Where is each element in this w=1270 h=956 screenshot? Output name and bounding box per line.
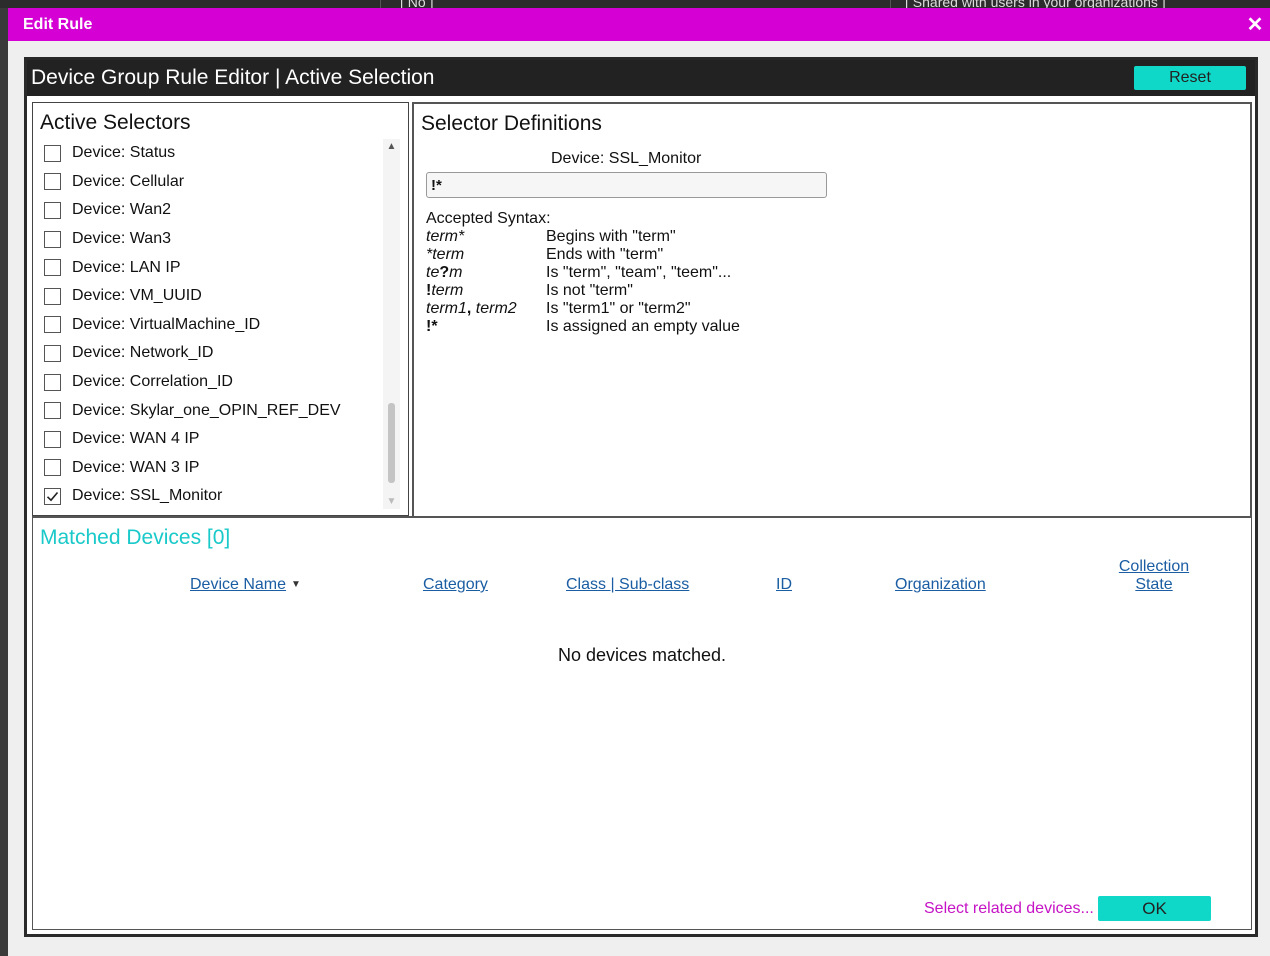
- syntax-description: Ends with "term": [546, 246, 664, 263]
- dialog-titlebar: Edit Rule ✕: [8, 8, 1270, 41]
- syntax-term: term*: [426, 228, 465, 245]
- edit-rule-dialog: Edit Rule ✕ Device Group Rule Editor | A…: [8, 8, 1270, 956]
- selector-list-scrollbar[interactable]: ▲ ▼: [383, 139, 400, 509]
- selector-definitions-heading: Selector Definitions: [421, 112, 602, 135]
- scroll-up-icon[interactable]: ▲: [383, 141, 400, 152]
- checkbox[interactable]: [44, 373, 61, 391]
- syntax-description: Is assigned an empty value: [546, 318, 740, 335]
- selector-item[interactable]: Device: Network_ID: [44, 339, 374, 368]
- reset-button[interactable]: Reset: [1134, 66, 1246, 90]
- checkbox[interactable]: [44, 230, 61, 248]
- checkbox[interactable]: [44, 201, 61, 219]
- syntax-row: term* Begins with "term": [426, 228, 1243, 246]
- select-related-devices-link[interactable]: Select related devices...: [924, 900, 1094, 918]
- selector-item-label: Device: Skylar_one_OPIN_REF_DEV: [72, 401, 341, 419]
- matched-devices-panel: Matched Devices [0] Device Name ▼ Categor…: [32, 516, 1252, 930]
- selector-definitions-panel: Selector Definitions Device: SSL_Monitor…: [412, 102, 1252, 516]
- selector-item[interactable]: Device: LAN IP: [44, 253, 374, 282]
- matched-devices-heading: Matched Devices [0]: [40, 526, 231, 549]
- selector-item[interactable]: Device: Skylar_one_OPIN_REF_DEV: [44, 396, 374, 425]
- syntax-heading: Accepted Syntax:: [426, 210, 551, 227]
- selector-item[interactable]: Device: Wan3: [44, 225, 374, 254]
- editor-title: Device Group Rule Editor | Active Select…: [31, 66, 435, 89]
- syntax-description: Is "term1" or "term2": [546, 300, 691, 317]
- background-separator: [380, 0, 381, 8]
- selector-item-label: Device: SSL_Monitor: [72, 487, 223, 505]
- sort-descending-icon: ▼: [291, 579, 301, 590]
- checkbox[interactable]: [44, 459, 61, 477]
- selector-item-label: Device: Cellular: [72, 172, 185, 190]
- syntax-term: *term: [426, 246, 465, 263]
- selector-item[interactable]: Device: Cellular: [44, 168, 374, 197]
- selector-item-label: Device: WAN 4 IP: [72, 430, 200, 448]
- syntax-rows: term* Begins with "term" *term Ends with "t…: [426, 228, 1243, 336]
- accepted-syntax-block: Accepted Syntax: term* Begins with "term"…: [426, 210, 1243, 336]
- checkbox[interactable]: [44, 316, 61, 334]
- selector-list: Device: Status Device: Cellular Device: Wa…: [44, 139, 374, 511]
- scroll-thumb[interactable]: [388, 403, 395, 483]
- syntax-term: term1, term2: [426, 300, 517, 317]
- editor-header: Device Group Rule Editor | Active Select…: [27, 60, 1255, 96]
- background-app-strip: [ No ] [ Shared with users in your organ…: [0, 0, 1270, 10]
- selector-item-label: Device: Network_ID: [72, 344, 214, 362]
- checkbox[interactable]: [44, 144, 61, 162]
- selector-item-label: Device: VirtualMachine_ID: [72, 315, 261, 333]
- column-header-label: Device Name: [190, 576, 287, 594]
- selector-item-label: Device: WAN 3 IP: [72, 458, 200, 476]
- definition-value-input[interactable]: [426, 172, 827, 198]
- selector-item-label: Device: LAN IP: [72, 258, 181, 276]
- selector-item-label: Device: Wan2: [72, 201, 171, 219]
- selector-item-label: Device: Status: [72, 144, 176, 162]
- syntax-term: te?m: [426, 264, 463, 281]
- syntax-row: *term Ends with "term": [426, 246, 1243, 264]
- syntax-description: Is not "term": [546, 282, 633, 299]
- checkbox[interactable]: [44, 259, 61, 277]
- selector-item[interactable]: Device: Status: [44, 139, 374, 168]
- checkbox[interactable]: [44, 344, 61, 362]
- checkbox-checked[interactable]: [44, 487, 61, 505]
- selector-item[interactable]: Device: Correlation_ID: [44, 368, 374, 397]
- checkbox[interactable]: [44, 402, 61, 420]
- active-selectors-panel: Active Selectors Device: Status Device: C…: [32, 102, 409, 516]
- dialog-title: Edit Rule: [23, 15, 93, 33]
- selector-item[interactable]: Device: VirtualMachine_ID: [44, 311, 374, 340]
- column-header-id[interactable]: ID: [776, 576, 792, 594]
- syntax-term: !*: [426, 318, 438, 335]
- column-header-label: State: [1135, 576, 1173, 593]
- checkmark-icon: [46, 491, 59, 502]
- close-icon[interactable]: ✕: [1244, 14, 1266, 36]
- column-header-collection-state[interactable]: Collection State: [1113, 558, 1195, 594]
- syntax-description: Is "term", "team", "teem"...: [546, 264, 732, 281]
- syntax-row: !term Is not "term": [426, 282, 1243, 300]
- checkbox[interactable]: [44, 173, 61, 191]
- syntax-term: !term: [426, 282, 464, 299]
- definition-field-label: Device: SSL_Monitor: [551, 150, 702, 167]
- column-header-organization[interactable]: Organization: [895, 576, 986, 594]
- selector-item[interactable]: Device: WAN 3 IP: [44, 454, 374, 483]
- rule-editor-panel: Device Group Rule Editor | Active Select…: [24, 57, 1258, 937]
- syntax-row: te?m Is "term", "team", "teem"...: [426, 264, 1243, 282]
- column-header-class[interactable]: Class | Sub-class: [566, 576, 689, 594]
- selector-item-label: Device: VM_UUID: [72, 287, 202, 305]
- selector-item[interactable]: Device: Wan2: [44, 196, 374, 225]
- checkbox[interactable]: [44, 430, 61, 448]
- editor-top-section: Active Selectors Device: Status Device: C…: [32, 102, 1252, 516]
- syntax-description: Begins with "term": [546, 228, 676, 245]
- no-devices-message: No devices matched.: [557, 645, 727, 665]
- background-separator: [890, 0, 891, 8]
- column-header-device-name[interactable]: Device Name ▼: [190, 576, 301, 594]
- selector-item-label: Device: Wan3: [72, 230, 171, 248]
- selector-item[interactable]: Device: SSL_Monitor: [44, 482, 374, 511]
- active-selectors-heading: Active Selectors: [40, 111, 191, 134]
- column-header-category[interactable]: Category: [423, 576, 488, 594]
- selector-item[interactable]: Device: VM_UUID: [44, 282, 374, 311]
- column-header-label: Collection: [1118, 558, 1190, 575]
- checkbox[interactable]: [44, 287, 61, 305]
- selector-item-label: Device: Correlation_ID: [72, 373, 233, 391]
- syntax-row: term1, term2 Is "term1" or "term2": [426, 300, 1243, 318]
- scroll-down-icon[interactable]: ▼: [383, 496, 400, 507]
- syntax-row: !* Is assigned an empty value: [426, 318, 1243, 336]
- ok-button[interactable]: OK: [1098, 896, 1211, 921]
- selector-item[interactable]: Device: WAN 4 IP: [44, 425, 374, 454]
